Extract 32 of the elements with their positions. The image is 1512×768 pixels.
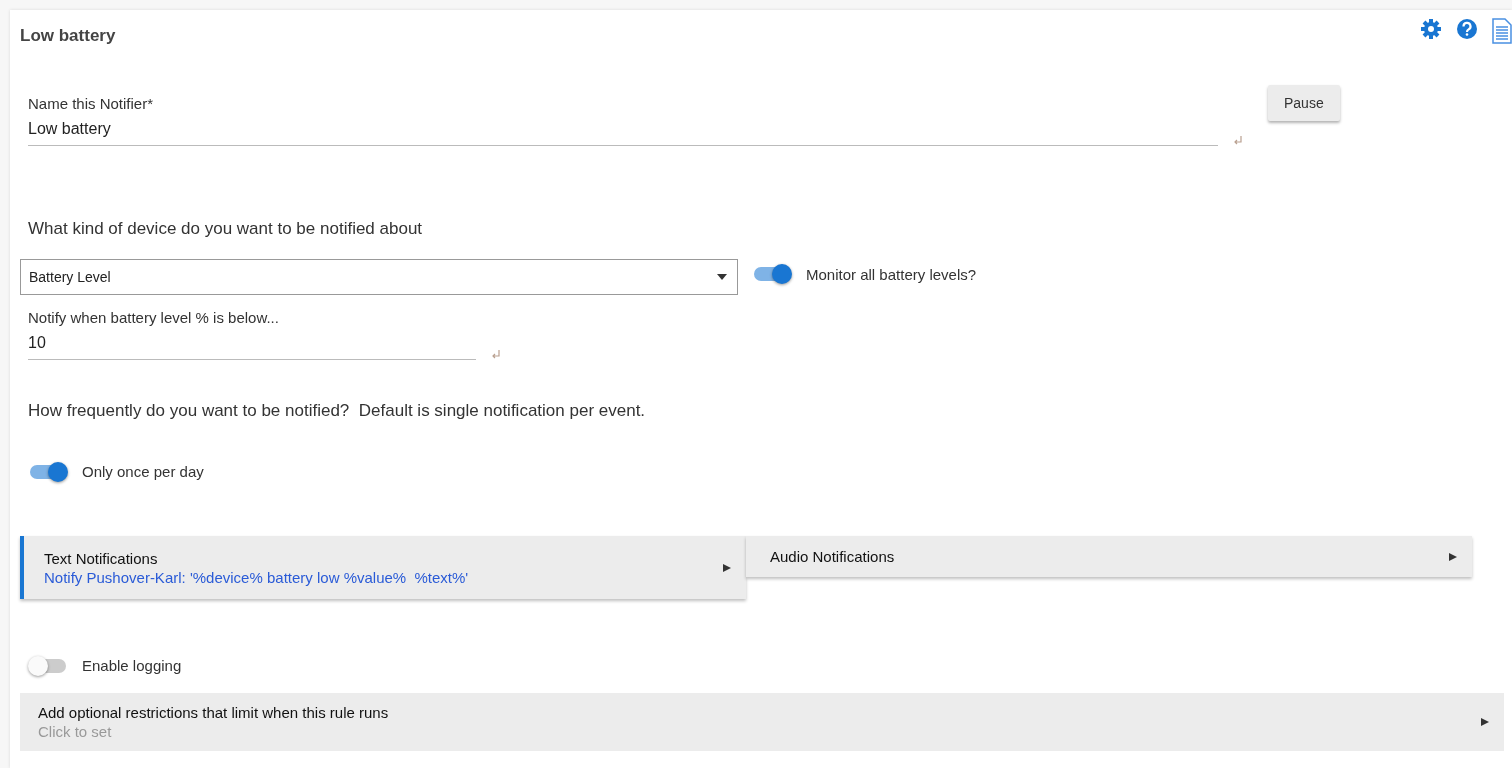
- field-label: Name this Notifier*: [28, 95, 155, 112]
- name-input-field[interactable]: Low battery: [28, 112, 1218, 146]
- question-text: What kind of device do you want to be notified about: [28, 219, 424, 239]
- settings-icon[interactable]: [1420, 18, 1442, 40]
- once-per-day-toggle[interactable]: [30, 464, 66, 479]
- section-button[interactable]: Audio Notifications: [746, 536, 1472, 577]
- section-button[interactable]: Text Notifications Notify Pushover-Karl: '%device% battery low %value% %text%': [20, 536, 746, 599]
- dropdown-caret-icon: [717, 274, 727, 280]
- expand-arrow-icon: [722, 562, 732, 573]
- toggle-label: Only once per day: [82, 463, 204, 480]
- section-title: Audio Notifications: [770, 548, 895, 565]
- expand-arrow-icon: [1480, 717, 1490, 727]
- device-type-dropdown[interactable]: Battery Level: [20, 259, 738, 295]
- monitor-all-toggle[interactable]: [754, 267, 790, 281]
- logging-toggle[interactable]: [30, 658, 66, 673]
- toggle-label: Monitor all battery levels?: [806, 265, 977, 283]
- section-summary: Notify Pushover-Karl: '%device% battery low %value% %text%': [44, 568, 469, 586]
- question-text: How frequently do you want to be notified? Default is single notification per event.: [28, 401, 647, 421]
- threshold-input-field[interactable]: 10: [28, 326, 476, 360]
- pause-button[interactable]: Pause: [1268, 85, 1340, 121]
- enter-key-icon: [1232, 135, 1244, 147]
- toggle-label: Enable logging: [82, 657, 182, 674]
- page-title: Low battery: [20, 26, 116, 46]
- expand-arrow-icon: [1448, 551, 1458, 562]
- restrictions-hint: Click to set: [38, 723, 113, 740]
- field-label: Notify when battery level % is below...: [28, 309, 280, 326]
- enter-key-icon: [490, 349, 502, 361]
- section-title: Text Notifications: [44, 549, 159, 567]
- restrictions-button[interactable]: Add optional restrictions that limit when this rule runs Click to set: [20, 693, 1504, 751]
- document-icon[interactable]: [1492, 18, 1512, 44]
- restrictions-title: Add optional restrictions that limit when this rule runs: [38, 704, 389, 721]
- help-icon[interactable]: [1456, 18, 1478, 40]
